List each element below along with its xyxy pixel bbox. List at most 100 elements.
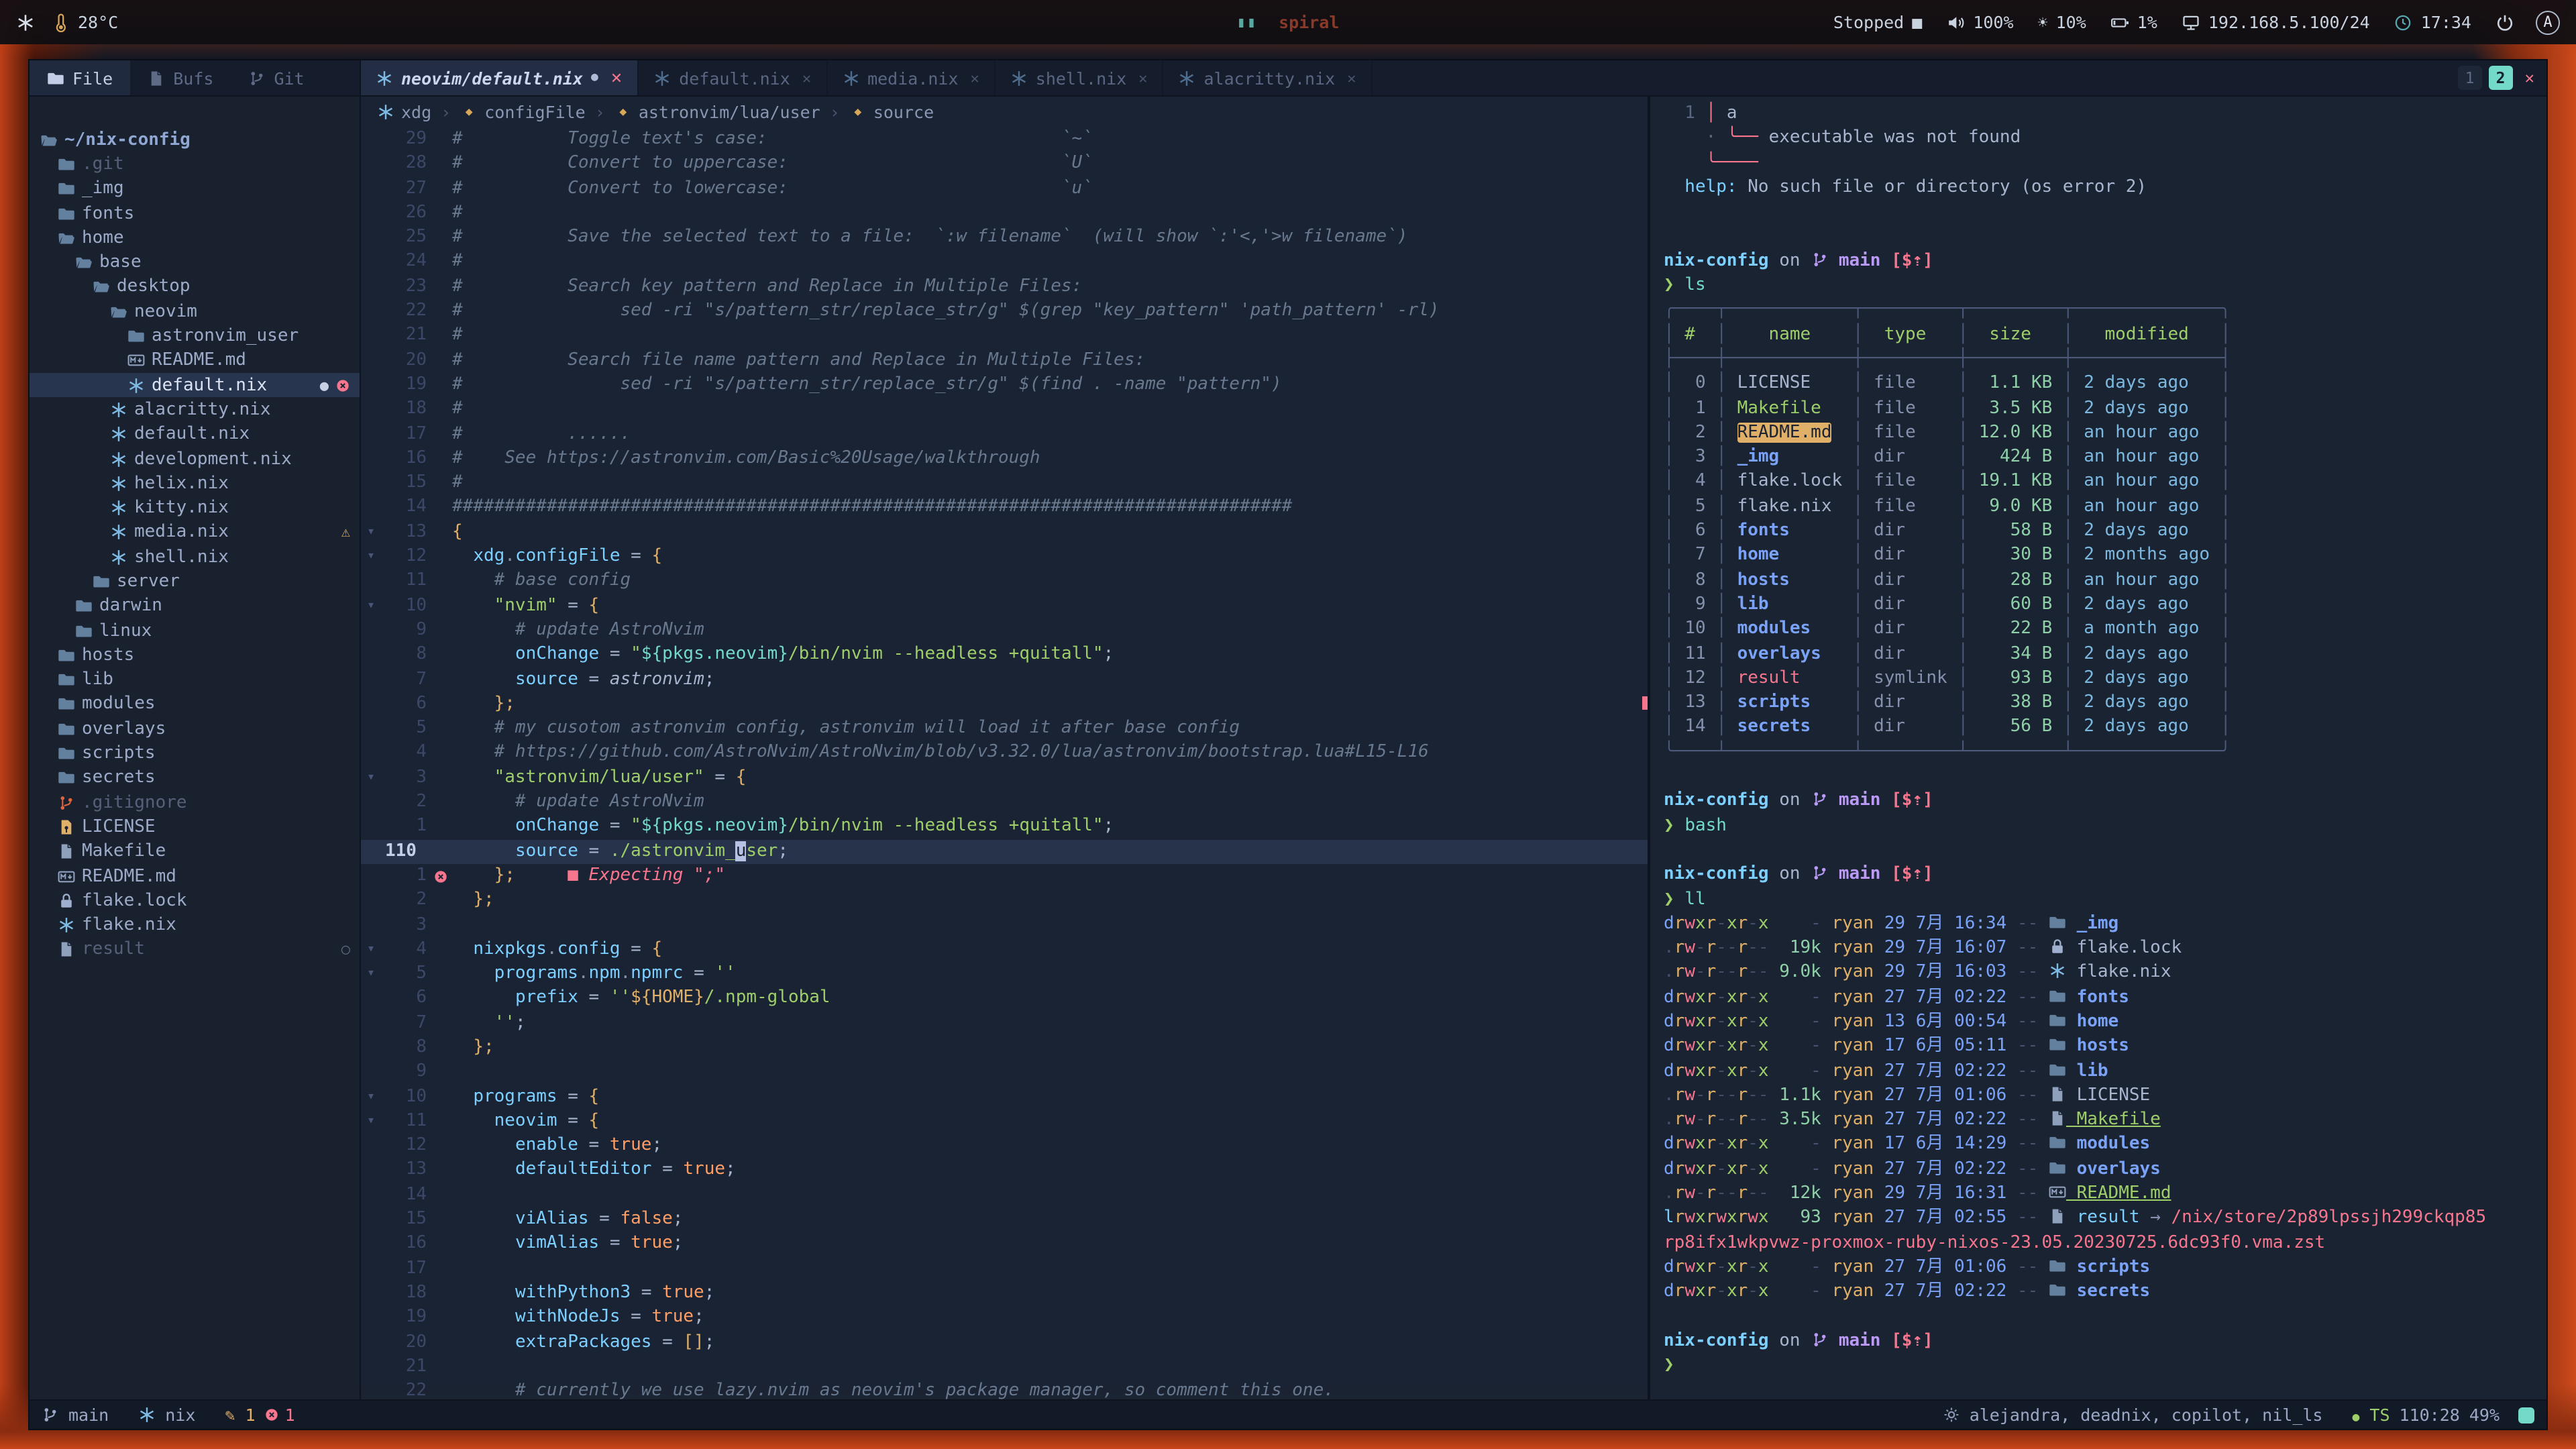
code-line[interactable]: 1 onChange = "${pkgs.neovim}/bin/nvim --…: [361, 815, 1648, 840]
tree-item-development.nix[interactable]: development.nix: [30, 447, 360, 472]
breadcrumb-segment-configFile[interactable]: ◆configFile: [460, 102, 586, 122]
tree-item-kitty.nix[interactable]: kitty.nix: [30, 496, 360, 521]
code-line[interactable]: 1 }; ■ Expecting ";": [361, 864, 1648, 889]
buffer-tab-alacritty.nix[interactable]: alacritty.nix✕: [1164, 60, 1373, 95]
code-line[interactable]: 7 '';: [361, 1011, 1648, 1036]
tree-item-modules[interactable]: modules: [30, 692, 360, 717]
editor-pane[interactable]: xdg›◆configFile›◆astronvim/lua/user›◆sou…: [361, 97, 1648, 1399]
tree-item-shell.nix[interactable]: shell.nix: [30, 545, 360, 570]
code-line[interactable]: 8 onChange = "${pkgs.neovim}/bin/nvim --…: [361, 643, 1648, 667]
fold-chevron-icon[interactable]: ▾: [361, 938, 381, 963]
code-line[interactable]: 17: [361, 1256, 1648, 1281]
neotree-source-tab-git[interactable]: Git: [231, 60, 321, 95]
tree-item-result[interactable]: result○: [30, 938, 360, 963]
code-line[interactable]: 21: [361, 1355, 1648, 1380]
code-line[interactable]: 28# Convert to uppercase: `U`: [361, 152, 1648, 177]
tabpage-1[interactable]: 1: [2458, 66, 2482, 90]
tree-item-flake.lock[interactable]: flake.lock: [30, 888, 360, 913]
tree-item-overlays[interactable]: overlays: [30, 716, 360, 741]
brightness-module[interactable]: ☀ 10%: [2038, 12, 2086, 32]
code-line[interactable]: 3: [361, 913, 1648, 938]
buffer-close-icon[interactable]: ✕: [971, 69, 979, 87]
code-line[interactable]: ▾13{: [361, 521, 1648, 545]
tree-item-.gitignore[interactable]: .gitignore: [30, 790, 360, 815]
code-line[interactable]: 20 extraPackages = [];: [361, 1330, 1648, 1355]
code-line[interactable]: 13 defaultEditor = true;: [361, 1159, 1648, 1183]
code-line[interactable]: 12 enable = true;: [361, 1134, 1648, 1159]
tree-item-flake.nix[interactable]: flake.nix: [30, 913, 360, 938]
tree-item-scripts[interactable]: scripts: [30, 741, 360, 766]
nix-logo-icon[interactable]: [16, 13, 35, 32]
code-line[interactable]: 16# See https://astronvim.com/Basic%20Us…: [361, 447, 1648, 472]
neotree-source-tab-bufs[interactable]: Bufs: [130, 60, 231, 95]
code-line[interactable]: 29# Toggle text's case: `~`: [361, 127, 1648, 152]
tree-item-hosts[interactable]: hosts: [30, 643, 360, 667]
tree-item-lib[interactable]: lib: [30, 667, 360, 692]
code-line[interactable]: 14######################################…: [361, 496, 1648, 521]
tree-item-darwin[interactable]: darwin: [30, 594, 360, 619]
power-module[interactable]: [2496, 13, 2514, 32]
pause-icon[interactable]: ▮▮: [1237, 13, 1258, 31]
code-line[interactable]: ▾12 xdg.configFile = {: [361, 545, 1648, 570]
code-line[interactable]: 2 };: [361, 888, 1648, 913]
code-line[interactable]: 19# sed -ri "s/pattern_str/replace_str/g…: [361, 373, 1648, 398]
fold-chevron-icon[interactable]: ▾: [361, 1085, 381, 1110]
code-line[interactable]: ▾5 programs.npm.npmrc = '': [361, 962, 1648, 987]
breadcrumb-segment-xdg[interactable]: xdg: [377, 102, 431, 122]
code-line[interactable]: 5 # my cusotom astronvim config, astronv…: [361, 716, 1648, 741]
tree-item-linux[interactable]: linux: [30, 619, 360, 643]
tree-item-fonts[interactable]: fonts: [30, 201, 360, 226]
battery-module[interactable]: 1%: [2110, 12, 2157, 32]
code-line[interactable]: 25# Save the selected text to a file: `:…: [361, 225, 1648, 250]
diff-changed-badge[interactable]: ✎ 1: [225, 1405, 255, 1425]
code-line[interactable]: 7 source = astronvim;: [361, 667, 1648, 692]
tree-item-README.md[interactable]: README.md: [30, 864, 360, 889]
code-line[interactable]: 15 viAlias = false;: [361, 1208, 1648, 1232]
tree-item-media.nix[interactable]: media.nix⚠: [30, 521, 360, 545]
buffer-tab-default.nix[interactable]: default.nix✕: [639, 60, 827, 95]
fold-chevron-icon[interactable]: ▾: [361, 545, 381, 570]
code-line[interactable]: 110 source = ./astronvim_user;: [361, 839, 1648, 864]
code-line[interactable]: 2 # update AstroNvim: [361, 790, 1648, 815]
code-line[interactable]: 8 };: [361, 1036, 1648, 1061]
code-line[interactable]: 17# ......: [361, 422, 1648, 447]
fold-chevron-icon[interactable]: ▾: [361, 594, 381, 619]
fold-chevron-icon[interactable]: ▾: [361, 1110, 381, 1134]
code-line[interactable]: 15#: [361, 471, 1648, 496]
code-line[interactable]: 11 # base config: [361, 570, 1648, 594]
buffer-close-icon[interactable]: ✕: [802, 69, 811, 87]
code-line[interactable]: 6 };: [361, 692, 1648, 717]
tree-item-Makefile[interactable]: Makefile: [30, 839, 360, 864]
fold-chevron-icon[interactable]: ▾: [361, 765, 381, 790]
tree-item-astronvim_user[interactable]: astronvim_user: [30, 324, 360, 349]
code-area[interactable]: 29# Toggle text's case: `~`28# Convert t…: [361, 127, 1648, 1399]
tree-item-desktop[interactable]: desktop: [30, 275, 360, 300]
tree-item-default.nix[interactable]: default.nix: [30, 422, 360, 447]
code-line[interactable]: 27# Convert to lowercase: `u`: [361, 176, 1648, 201]
code-line[interactable]: 4 # https://github.com/AstroNvim/AstroNv…: [361, 741, 1648, 766]
volume-module[interactable]: 100%: [1946, 12, 2013, 32]
code-line[interactable]: 26#: [361, 201, 1648, 226]
code-line[interactable]: 14: [361, 1183, 1648, 1208]
tree-item-~/nix-config[interactable]: ~/nix-config: [30, 127, 360, 152]
buffer-tab-media.nix[interactable]: media.nix✕: [827, 60, 996, 95]
buffer-tab-shell.nix[interactable]: shell.nix✕: [996, 60, 1164, 95]
buffer-tab-neovim/default.nix[interactable]: neovim/default.nix●✕: [361, 60, 639, 95]
tree-item-base[interactable]: base: [30, 250, 360, 275]
code-line[interactable]: ▾11 neovim = {: [361, 1110, 1648, 1134]
tree-item-secrets[interactable]: secrets: [30, 765, 360, 790]
diagnostics-error-badge[interactable]: 1: [265, 1405, 295, 1425]
tree-item-.git[interactable]: .git: [30, 152, 360, 177]
fold-chevron-icon[interactable]: ▾: [361, 962, 381, 987]
tray-avatar[interactable]: A: [2536, 10, 2560, 34]
tree-item-neovim[interactable]: neovim: [30, 299, 360, 324]
buffer-close-icon[interactable]: ✕: [1138, 69, 1147, 87]
tabpage-2-active[interactable]: 2: [2489, 66, 2513, 90]
tree-item-helix.nix[interactable]: helix.nix: [30, 471, 360, 496]
clock-module[interactable]: 17:34: [2394, 12, 2471, 32]
recording-module[interactable]: Stopped ■: [1833, 12, 1922, 32]
code-line[interactable]: 6 prefix = ''${HOME}/.npm-global: [361, 987, 1648, 1012]
code-line[interactable]: ▾4 nixpkgs.config = {: [361, 938, 1648, 963]
tabline-close-button[interactable]: ✕: [2525, 68, 2534, 87]
neotree-source-tab-file[interactable]: File: [30, 60, 130, 95]
